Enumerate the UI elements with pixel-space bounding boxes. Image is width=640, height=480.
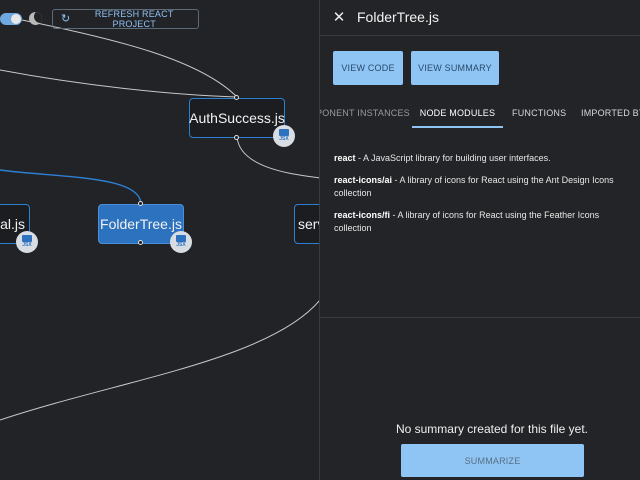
node-authsuccess[interactable]: AuthSuccess.js xyxy=(189,98,285,138)
node-handle-top[interactable] xyxy=(234,95,239,100)
node-label: al.js xyxy=(0,216,25,232)
node-label: serv xyxy=(298,216,320,232)
node-label: FolderTree.js xyxy=(100,216,182,232)
jsx-file-icon: JSX xyxy=(273,125,295,147)
summary-empty-message: No summary created for this file yet. xyxy=(395,422,589,436)
moon-icon[interactable] xyxy=(29,12,42,25)
jsx-badge-label: JSX xyxy=(176,242,186,248)
summarize-button[interactable]: SUMMARIZE xyxy=(401,444,584,477)
module-name: react xyxy=(334,153,356,163)
node-handle-bottom[interactable] xyxy=(138,240,143,245)
tab-node-modules[interactable]: NODE MODULES xyxy=(412,100,503,128)
file-details-panel: ✕ FolderTree.js VIEW CODE VIEW SUMMARY P… xyxy=(319,0,640,480)
summarize-label: SUMMARIZE xyxy=(464,455,521,466)
close-icon[interactable]: ✕ xyxy=(330,7,348,27)
panel-tabs: PONENT INSTANCES NODE MODULES FUNCTIONS … xyxy=(320,100,640,128)
jsx-file-icon: JSX xyxy=(16,231,38,253)
summary-divider xyxy=(320,317,640,318)
view-summary-label: VIEW SUMMARY xyxy=(418,63,492,73)
graph-canvas[interactable]: ↻ REFRESH REACT PROJECT AuthSuccess.js J… xyxy=(0,0,320,480)
module-item: react - A JavaScript library for buildin… xyxy=(334,152,634,165)
module-desc: - A JavaScript library for building user… xyxy=(355,153,551,163)
tab-functions[interactable]: FUNCTIONS xyxy=(512,100,566,128)
edge-bottom-arc xyxy=(0,299,320,421)
node-handle-top[interactable] xyxy=(138,201,143,206)
doc-shape xyxy=(176,235,186,242)
module-name: react-icons/fi xyxy=(334,210,391,220)
panel-title: FolderTree.js xyxy=(357,9,439,25)
refresh-icon: ↻ xyxy=(61,12,71,25)
node-right-clipped[interactable]: serv xyxy=(294,204,320,244)
edge-top-arc xyxy=(21,19,238,98)
refresh-react-project-button[interactable]: ↻ REFRESH REACT PROJECT xyxy=(52,9,199,29)
node-modules-list: react - A JavaScript library for buildin… xyxy=(334,152,634,244)
theme-toggle[interactable] xyxy=(0,13,22,25)
tab-label: PONENT INSTANCES xyxy=(320,108,410,118)
header-divider xyxy=(320,35,640,36)
refresh-label: REFRESH REACT PROJECT xyxy=(94,9,174,29)
tab-label: IMPORTED BY xyxy=(581,108,640,118)
view-code-button[interactable]: VIEW CODE xyxy=(333,51,403,85)
doc-shape xyxy=(22,235,32,242)
jsx-file-icon: JSX xyxy=(170,231,192,253)
tab-label: NODE MODULES xyxy=(419,108,496,118)
toggle-knob xyxy=(11,14,21,24)
jsx-badge-label: JSX xyxy=(22,242,32,248)
tab-imported-by[interactable]: IMPORTED BY xyxy=(581,100,640,128)
node-label: AuthSuccess.js xyxy=(189,110,285,126)
module-item: react-icons/fi - A library of icons for … xyxy=(334,209,634,235)
module-item: react-icons/ai - A library of icons for … xyxy=(334,174,634,200)
view-code-label: VIEW CODE xyxy=(341,63,395,73)
module-name: react-icons/ai xyxy=(334,175,393,185)
jsx-badge-label: JSX xyxy=(279,136,289,142)
edge-left-to-folder xyxy=(0,169,142,205)
edge-left-to-auth xyxy=(0,69,238,98)
tab-label: FUNCTIONS xyxy=(512,108,567,118)
tab-component-instances[interactable]: PONENT INSTANCES xyxy=(320,100,410,128)
node-handle-bottom[interactable] xyxy=(234,135,239,140)
view-summary-button[interactable]: VIEW SUMMARY xyxy=(411,51,499,85)
doc-shape xyxy=(279,129,289,136)
